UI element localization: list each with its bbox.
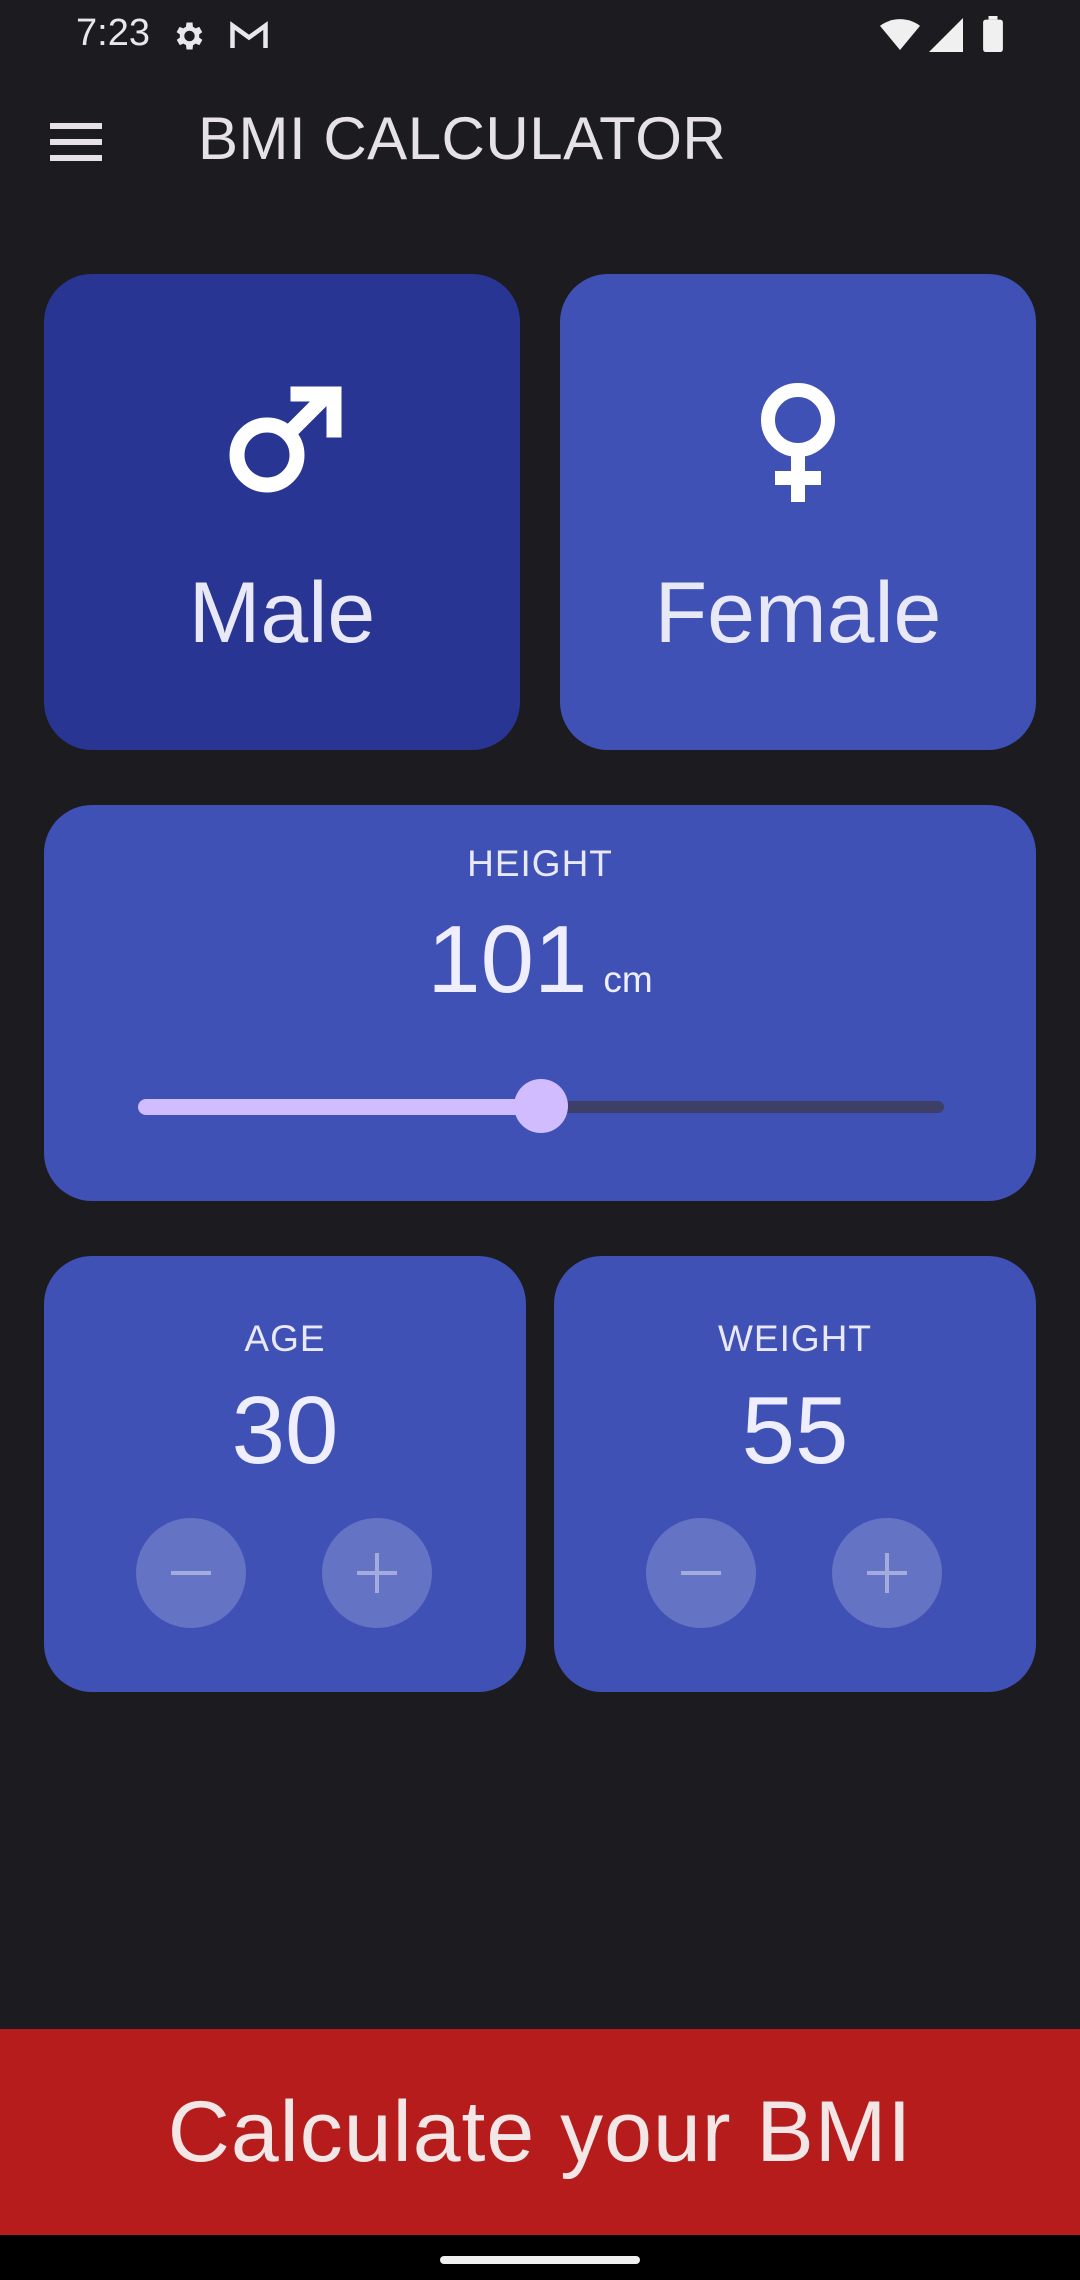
wifi-icon (880, 18, 920, 57)
app-bar: BMI CALCULATOR (0, 68, 1080, 214)
battery-icon (982, 16, 1004, 57)
weight-card: WEIGHT 55 (554, 1256, 1036, 1692)
male-symbol-icon (222, 380, 342, 505)
calculate-bmi-label: Calculate your BMI (167, 2083, 913, 2180)
gmail-icon (228, 18, 270, 59)
age-decrement-button[interactable] (136, 1518, 246, 1628)
status-bar: 7:23 (0, 0, 1080, 68)
gesture-nav-handle[interactable] (440, 2256, 640, 2264)
app-title: BMI CALCULATOR (198, 105, 727, 172)
calculate-bmi-button[interactable]: Calculate your BMI (0, 2029, 1080, 2235)
gear-icon (170, 18, 206, 59)
plus-icon (357, 1553, 397, 1593)
female-label: Female (654, 565, 942, 661)
minus-icon (171, 1571, 211, 1575)
age-increment-button[interactable] (322, 1518, 432, 1628)
weight-value: 55 (741, 1377, 849, 1484)
status-time: 7:23 (76, 12, 150, 54)
slider-thumb[interactable] (514, 1079, 568, 1133)
age-card: AGE 30 (44, 1256, 526, 1692)
slider-active-track (138, 1099, 541, 1115)
height-value-row: 101 cm (44, 905, 1036, 1015)
hamburger-menu-icon[interactable] (40, 112, 112, 172)
age-label: AGE (244, 1318, 326, 1359)
age-value: 30 (231, 1377, 339, 1484)
female-card[interactable]: Female (560, 274, 1036, 750)
height-value: 101 (427, 906, 588, 1013)
weight-label: WEIGHT (718, 1318, 872, 1359)
height-unit: cm (603, 959, 653, 1000)
height-card: HEIGHT 101 cm (44, 805, 1036, 1201)
plus-icon (867, 1553, 907, 1593)
male-card[interactable]: Male (44, 274, 520, 750)
weight-decrement-button[interactable] (646, 1518, 756, 1628)
minus-icon (681, 1571, 721, 1575)
male-label: Male (188, 565, 376, 661)
height-label: HEIGHT (467, 843, 613, 884)
weight-increment-button[interactable] (832, 1518, 942, 1628)
female-symbol-icon (753, 380, 843, 511)
bmi-calculator-screen: 7:23 BMI CALCULATOR Male Female HEIGHT 1… (0, 0, 1080, 2280)
signal-icon (928, 18, 964, 57)
height-slider[interactable] (138, 1077, 944, 1137)
